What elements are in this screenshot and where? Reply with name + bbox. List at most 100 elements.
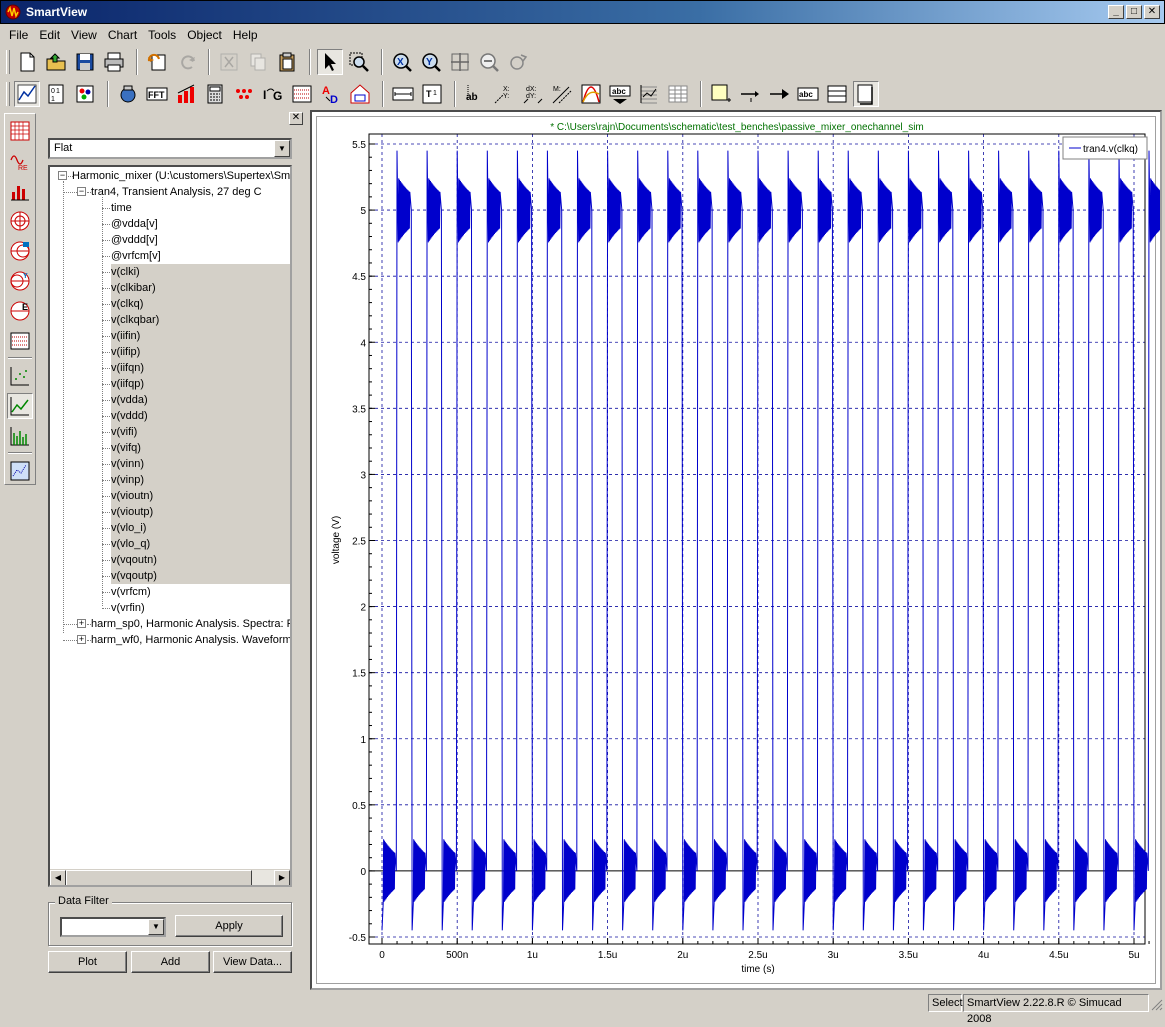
expand-harm-wf0-icon[interactable]: + — [77, 635, 86, 644]
chevron-down-icon[interactable]: ▼ — [148, 919, 164, 935]
frame-icon[interactable] — [853, 81, 879, 107]
tree-signal-item[interactable]: v(iifin) — [111, 328, 290, 344]
bar-measure-icon[interactable] — [173, 81, 199, 107]
zoom-out-icon[interactable] — [476, 49, 502, 75]
scatter-icon[interactable] — [7, 363, 33, 389]
tree-signal-item[interactable]: v(clki) — [111, 264, 290, 280]
tree-signal-item[interactable]: v(vqoutp) — [111, 568, 290, 584]
smith-chart-icon[interactable] — [7, 238, 33, 264]
zoom-x-icon[interactable]: X — [389, 49, 415, 75]
redo-icon[interactable] — [173, 49, 199, 75]
tree-signal-item[interactable]: @vrfcm[v] — [111, 248, 161, 264]
dx-dy-icon[interactable]: dX: dY: — [520, 81, 546, 107]
tree-signal-item[interactable]: v(vlo_q) — [111, 536, 290, 552]
paste-icon[interactable] — [274, 49, 300, 75]
tree-signal-item[interactable]: v(iifqp) — [111, 376, 290, 392]
ab-label-icon[interactable]: ab — [462, 81, 488, 107]
tree-signal-item[interactable]: @vdda[v] — [111, 216, 158, 232]
close-button[interactable]: ✕ — [1144, 5, 1160, 19]
add-button[interactable]: Add — [131, 951, 210, 973]
scroll-thumb[interactable] — [66, 870, 252, 885]
tree-signal-item[interactable]: v(vinn) — [111, 456, 290, 472]
tree-signal-item[interactable]: v(vrfin) — [111, 600, 145, 616]
arrow-icon[interactable] — [766, 81, 792, 107]
tree-signal-item[interactable]: v(vqoutn) — [111, 552, 290, 568]
smith-y-icon[interactable]: Y — [7, 268, 33, 294]
resize-grip-icon[interactable] — [1151, 999, 1163, 1011]
tree-signal-item[interactable]: v(vrfcm) — [111, 584, 151, 600]
table-icon[interactable] — [665, 81, 691, 107]
new-file-icon[interactable] — [14, 49, 40, 75]
view-mode-select[interactable]: Flat ▼ — [48, 138, 292, 159]
tree-signal-item[interactable]: v(vlo_i) — [111, 520, 290, 536]
line-chart-icon[interactable] — [14, 81, 40, 107]
bin-icon[interactable]: 011 — [43, 81, 69, 107]
tree-signal-item[interactable]: v(vioutp) — [111, 504, 290, 520]
tree-signal-item[interactable]: v(iifip) — [111, 344, 290, 360]
tree-signal-item[interactable]: @vddd[v] — [111, 232, 158, 248]
menu-file[interactable]: File — [4, 28, 34, 42]
menu-tools[interactable]: Tools — [143, 28, 182, 42]
tree-signal-item[interactable]: v(vddd) — [111, 408, 290, 424]
data-filter-select[interactable]: ▼ — [60, 917, 166, 937]
tree-signal-item[interactable]: time — [111, 200, 132, 216]
tree-analysis-tran4[interactable]: tran4, Transient Analysis, 27 deg C — [91, 184, 262, 200]
undo-icon[interactable] — [144, 49, 170, 75]
chart-legend[interactable]: tran4.v(clkq) — [1062, 136, 1148, 160]
zoom-window-icon[interactable] — [346, 49, 372, 75]
calculator-icon[interactable] — [202, 81, 228, 107]
palette-icon[interactable] — [72, 81, 98, 107]
arrow-line-icon[interactable] — [737, 81, 763, 107]
density-icon[interactable] — [7, 458, 33, 484]
tree-analysis-harm-sp0[interactable]: harm_sp0, Harmonic Analysis. Spectra: Fu — [91, 616, 290, 632]
smith-e-icon[interactable]: E — [7, 298, 33, 324]
digital-bus-icon[interactable] — [7, 328, 33, 354]
tree-horizontal-scrollbar[interactable]: ◀ ▶ — [50, 869, 290, 885]
new-annotation-icon[interactable] — [708, 81, 734, 107]
tree-signal-item[interactable]: v(vinp) — [111, 472, 290, 488]
plot-button[interactable]: Plot — [48, 951, 127, 973]
fft-icon[interactable]: FFT — [144, 81, 170, 107]
curve-icon[interactable] — [578, 81, 604, 107]
tree-signal-item[interactable]: v(clkibar) — [111, 280, 290, 296]
abc-marker-icon[interactable]: abc — [607, 81, 633, 107]
tree-signal-item[interactable]: v(clkqbar) — [111, 312, 290, 328]
collapse-root-icon[interactable]: − — [58, 171, 67, 180]
signal-tree[interactable]: − Harmonic_mixer (U:\customers\Supertex\… — [48, 165, 292, 887]
print-icon[interactable] — [101, 49, 127, 75]
select-arrow-icon[interactable] — [317, 49, 343, 75]
tree-signal-item[interactable]: v(vdda) — [111, 392, 290, 408]
zoom-fit-icon[interactable] — [447, 49, 473, 75]
abc-text-icon[interactable]: abc — [795, 81, 821, 107]
menu-help[interactable]: Help — [228, 28, 264, 42]
scroll-right-icon[interactable]: ▶ — [274, 870, 290, 885]
tree-signal-item[interactable]: v(vioutn) — [111, 488, 290, 504]
tree-root[interactable]: Harmonic_mixer (U:\customers\Supertex\Sm… — [72, 168, 290, 184]
open-icon[interactable] — [43, 49, 69, 75]
view-data-button[interactable]: View Data... — [213, 951, 292, 973]
real-imag-icon[interactable]: RE — [7, 148, 33, 174]
menu-object[interactable]: Object — [182, 28, 228, 42]
minimize-button[interactable]: _ — [1108, 5, 1124, 19]
xy-delta-icon[interactable]: X: Y: — [491, 81, 517, 107]
maximize-button[interactable]: □ — [1126, 5, 1142, 19]
tree-signal-item[interactable]: v(vifq) — [111, 440, 290, 456]
cut-icon[interactable] — [216, 49, 242, 75]
line-plot-icon[interactable] — [7, 393, 33, 419]
menu-chart[interactable]: Chart — [103, 28, 143, 42]
waveform-chart[interactable]: -0.5 0 0.5 1 1.5 2 2.5 3 3.5 4 4.5 5 5.5 0 500n 1u 1.5u 2… — [312, 112, 1160, 988]
save-icon[interactable] — [72, 49, 98, 75]
waveform-icon[interactable] — [289, 81, 315, 107]
apply-button[interactable]: Apply — [175, 915, 283, 937]
grid-icon[interactable] — [636, 81, 662, 107]
ic-g-icon[interactable]: IG — [260, 81, 286, 107]
collapse-analysis-icon[interactable]: − — [77, 187, 86, 196]
panel-close-button[interactable]: ✕ — [289, 112, 303, 125]
chevron-down-icon[interactable]: ▼ — [274, 140, 290, 157]
t-cursor-icon[interactable]: T1 — [419, 81, 445, 107]
house-chart-icon[interactable] — [347, 81, 373, 107]
dots-icon[interactable] — [231, 81, 257, 107]
tree-signal-item[interactable]: v(clkq) — [111, 296, 290, 312]
table-grid-icon[interactable] — [7, 118, 33, 144]
scroll-left-icon[interactable]: ◀ — [50, 870, 66, 885]
